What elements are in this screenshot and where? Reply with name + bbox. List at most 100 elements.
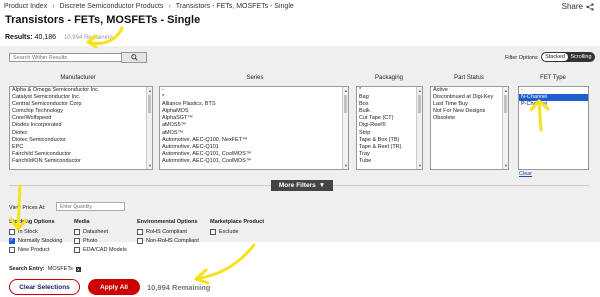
packaging-listbox[interactable]: * Bag Box Bulk Cut Tape (CT) Digi-Reel® Strip T… <box>356 86 423 170</box>
checkbox-option[interactable]: ✓ Normally Stocking <box>9 236 62 245</box>
list-item[interactable]: Bag <box>357 94 422 101</box>
checkbox-label: Non-RoHS Compliant <box>146 237 199 244</box>
part-status-listbox[interactable]: Active Discontinued at Digi-Key Last Time … <box>430 86 509 170</box>
toggle-scrolling[interactable]: Scrolling <box>568 53 594 61</box>
scroll-down-icon[interactable]: ▼ <box>148 163 152 168</box>
list-item[interactable]: Diotec Semiconductor <box>10 137 152 144</box>
checkbox[interactable] <box>137 237 143 244</box>
list-item[interactable]: * <box>357 87 422 94</box>
scroll-down-icon[interactable]: ▼ <box>504 163 508 168</box>
list-item[interactable]: Not For New Designs <box>431 108 508 115</box>
scroll-up-icon[interactable]: ▲ <box>344 88 348 93</box>
scrollbar[interactable]: ▲ ▼ <box>502 87 508 169</box>
checkbox[interactable] <box>74 246 80 253</box>
checkbox-option[interactable]: Datasheet <box>74 227 127 236</box>
list-item[interactable]: - <box>519 87 588 94</box>
scroll-up-icon[interactable]: ▲ <box>504 88 508 93</box>
list-item[interactable]: Alliance Plastics, BTS <box>160 101 348 108</box>
list-item[interactable]: Diodes Incorporated <box>10 122 152 129</box>
list-item[interactable]: Discontinued at Digi-Key <box>431 94 508 101</box>
list-item[interactable]: Box <box>357 101 422 108</box>
clear-selections-button[interactable]: Clear Selections <box>9 279 80 295</box>
list-item[interactable]: Alpha & Omega Semiconductor Inc. <box>10 87 152 94</box>
checkbox[interactable] <box>9 246 15 253</box>
scrollbar-thumb[interactable] <box>344 95 347 113</box>
share-label: Share <box>561 2 583 11</box>
list-item[interactable]: Catalyst Semiconductor Inc. <box>10 94 152 101</box>
packaging-header: Packaging <box>374 75 404 81</box>
checkbox[interactable] <box>74 228 80 235</box>
list-item[interactable]: aMOS™ <box>160 130 348 137</box>
quantity-input[interactable] <box>56 202 125 211</box>
clear-fet-type-link[interactable]: Clear <box>519 171 532 177</box>
scrollbar[interactable]: ▲ ▼ <box>342 87 348 169</box>
search-button[interactable] <box>121 52 147 63</box>
series-listbox[interactable]: - * Alliance Plastics, BTS AlphaMOS AlphaSGT… <box>159 86 349 170</box>
list-item[interactable]: Strip <box>357 130 422 137</box>
list-item[interactable]: Last Time Buy <box>431 101 508 108</box>
checkbox-option[interactable]: Exclude <box>210 227 264 236</box>
fet-type-listbox[interactable]: - N-Channel P-Channel <box>518 86 589 170</box>
list-item[interactable]: Diotec <box>10 130 152 137</box>
breadcrumb-product-index[interactable]: Product Index <box>4 3 47 10</box>
list-item[interactable]: aMOS5™ <box>160 122 348 129</box>
more-filters-button[interactable]: More Filters ▼ <box>271 180 333 191</box>
checkbox-option[interactable]: EDA/CAD Models <box>74 245 127 254</box>
scrollbar-thumb[interactable] <box>504 95 507 113</box>
share-button[interactable]: Share <box>562 2 594 11</box>
breadcrumb-separator-icon: › <box>52 3 55 10</box>
list-item[interactable]: P-Channel <box>519 101 588 108</box>
list-item[interactable]: Automotive, AEC-Q101 <box>160 144 348 151</box>
breadcrumb-discrete[interactable]: Discrete Semiconductor Products <box>60 3 164 10</box>
list-item[interactable]: Automotive, AEC-Q101, CoolMOS™ <box>160 151 348 158</box>
list-item[interactable]: Bulk <box>357 108 422 115</box>
scroll-up-icon[interactable]: ▲ <box>148 88 152 93</box>
stacked-scrolling-toggle[interactable]: Stacked Scrolling <box>541 52 595 62</box>
list-item[interactable]: - <box>160 87 348 94</box>
list-item[interactable]: Tray <box>357 151 422 158</box>
checkbox[interactable] <box>74 237 80 244</box>
list-item[interactable]: Central Semiconductor Corp <box>10 101 152 108</box>
close-icon[interactable]: ✕ <box>75 266 81 272</box>
list-item[interactable]: Automotive, AEC-Q100, NexFET™ <box>160 137 348 144</box>
list-item[interactable]: Cree/Wolfspeed <box>10 115 152 122</box>
checkbox[interactable] <box>9 228 15 235</box>
scrollbar[interactable]: ▲ ▼ <box>416 87 422 169</box>
list-item[interactable]: Digi-Reel® <box>357 122 422 129</box>
checkbox-option[interactable]: New Product <box>9 245 62 254</box>
list-item[interactable]: Automotive, AEC-Q101, CoolMOS™ <box>160 158 348 165</box>
group-title: Media <box>74 219 90 225</box>
list-item[interactable]: Fairchild/ON Semiconductor <box>10 158 152 165</box>
list-item[interactable]: N-Channel <box>519 94 588 102</box>
search-entry: Search Entry: MOSFETs ✕ <box>9 266 81 272</box>
checkbox-option[interactable]: In Stock <box>9 227 62 236</box>
view-prices-label: View Prices At: <box>9 205 46 211</box>
scrollbar[interactable]: ▲ ▼ <box>146 87 152 169</box>
list-item[interactable]: AlphaMOS <box>160 108 348 115</box>
list-item[interactable]: EPC <box>10 144 152 151</box>
list-item[interactable]: Tape & Box (TB) <box>357 137 422 144</box>
checkbox[interactable] <box>137 228 143 235</box>
checkbox[interactable] <box>210 228 216 235</box>
list-item[interactable]: Tape & Reel (TR) <box>357 144 422 151</box>
checkbox-label: Exclude <box>219 228 239 235</box>
list-item[interactable]: * <box>160 94 348 101</box>
scrollbar-thumb[interactable] <box>418 95 421 113</box>
list-item[interactable]: Active <box>431 87 508 94</box>
checkbox-option[interactable]: Photo <box>74 236 127 245</box>
list-item[interactable]: Tube <box>357 158 422 165</box>
checkbox[interactable]: ✓ <box>9 237 15 244</box>
list-item[interactable]: Comchip Technology <box>10 108 152 115</box>
scroll-up-icon[interactable]: ▲ <box>418 88 422 93</box>
toggle-stacked[interactable]: Stacked <box>542 53 568 61</box>
checkbox-option[interactable]: RoHS Compliant <box>137 227 199 236</box>
scroll-down-icon[interactable]: ▼ <box>418 163 422 168</box>
list-item[interactable]: AlphaSGT™ <box>160 115 348 122</box>
scrollbar-thumb[interactable] <box>148 95 151 113</box>
scroll-down-icon[interactable]: ▼ <box>344 163 348 168</box>
apply-all-button[interactable]: Apply All <box>88 279 140 295</box>
manufacturer-listbox[interactable]: Alpha & Omega Semiconductor Inc. Catalyst… <box>9 86 153 170</box>
list-item[interactable]: Obsolete <box>431 115 508 122</box>
list-item[interactable]: Fairchild Semiconductor <box>10 151 152 158</box>
checkbox-option[interactable]: Non-RoHS Compliant <box>137 236 199 245</box>
